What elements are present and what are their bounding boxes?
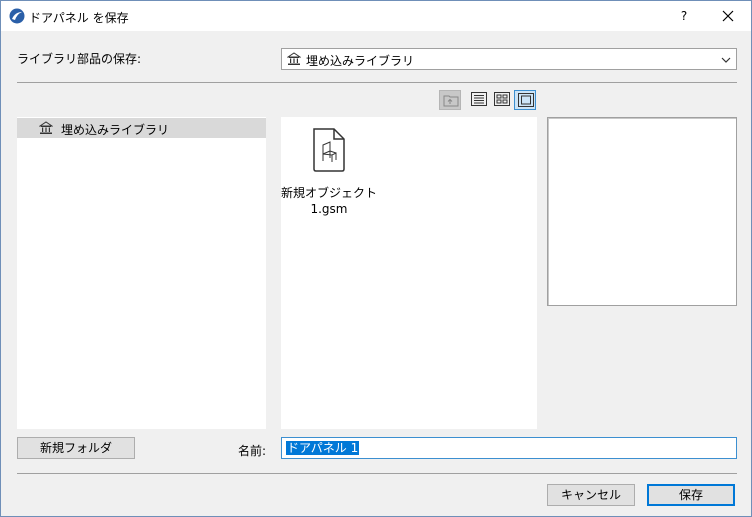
preview-view-icon <box>518 93 534 107</box>
icon-view-button[interactable] <box>491 90 513 110</box>
cancel-button[interactable]: キャンセル <box>547 484 635 506</box>
preview-view-button[interactable] <box>514 90 536 110</box>
name-input-value: ドアパネル 1 <box>286 441 360 455</box>
close-button[interactable] <box>713 1 743 31</box>
grid-view-icon <box>494 92 510 106</box>
chevron-down-icon <box>721 54 731 68</box>
tree-item-label: 埋め込みライブラリ <box>61 123 170 137</box>
library-icon <box>286 52 302 69</box>
list-view-button[interactable] <box>468 90 490 110</box>
library-dropdown-value: 埋め込みライブラリ <box>306 54 415 68</box>
file-name: 新規オブジェクト 1.gsm <box>281 186 378 216</box>
library-icon <box>38 121 54 138</box>
folder-tree[interactable]: 埋め込みライブラリ <box>17 117 266 429</box>
list-view-icon <box>471 92 487 106</box>
name-input[interactable]: ドアパネル 1 <box>281 437 737 459</box>
folder-up-button[interactable] <box>439 90 461 110</box>
save-button[interactable]: 保存 <box>647 484 735 506</box>
top-divider <box>17 82 737 83</box>
library-label: ライブラリ部品の保存: <box>17 52 142 66</box>
save-dialog: ドアパネル を保存 ? ライブラリ部品の保存: 埋め込みライブラリ 埋め込みライ… <box>0 0 752 517</box>
title-bar[interactable]: ドアパネル を保存 ? <box>1 1 751 31</box>
app-logo-icon <box>9 8 25 24</box>
name-label: 名前: <box>238 444 267 458</box>
bottom-divider <box>17 473 737 474</box>
library-dropdown[interactable]: 埋め込みライブラリ <box>281 48 737 70</box>
window-title: ドアパネル を保存 <box>29 11 129 25</box>
new-folder-button[interactable]: 新規フォルダ <box>17 437 135 459</box>
preview-panel <box>547 117 737 306</box>
file-list[interactable]: 新規オブジェクト 1.gsm <box>281 117 537 429</box>
help-button[interactable]: ? <box>669 1 699 31</box>
object-file-icon <box>313 128 345 172</box>
folder-up-icon <box>443 95 459 107</box>
tree-item-embedded-library[interactable]: 埋め込みライブラリ <box>17 118 266 138</box>
close-icon <box>722 10 734 22</box>
